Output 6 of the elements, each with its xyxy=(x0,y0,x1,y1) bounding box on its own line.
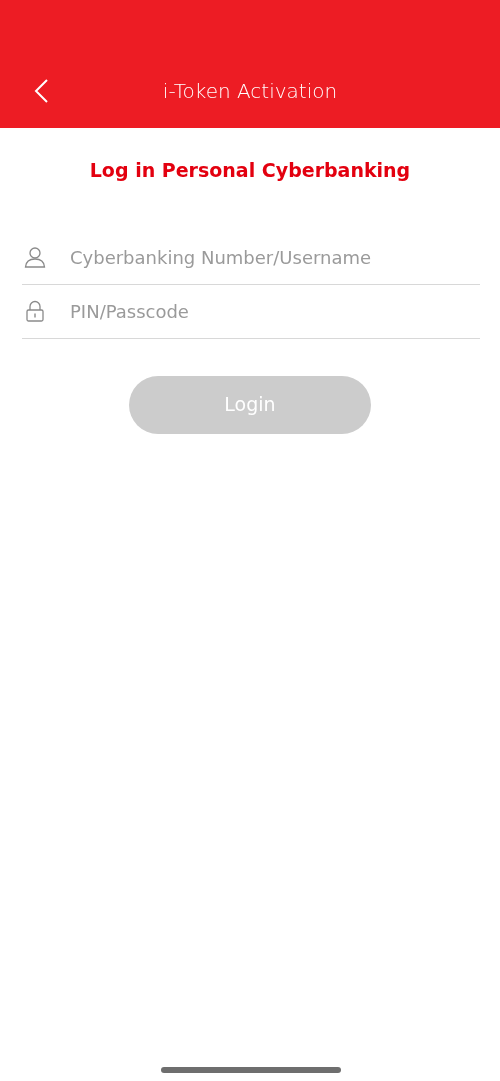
lock-icon xyxy=(24,300,46,322)
username-field[interactable]: Cyberbanking Number/Username xyxy=(68,242,480,272)
pin-field[interactable]: PIN/Passcode xyxy=(68,296,480,326)
header-title: i-Token Activation xyxy=(162,79,338,103)
user-icon xyxy=(24,246,46,268)
page-heading: Log in Personal Cyberbanking xyxy=(88,158,412,183)
